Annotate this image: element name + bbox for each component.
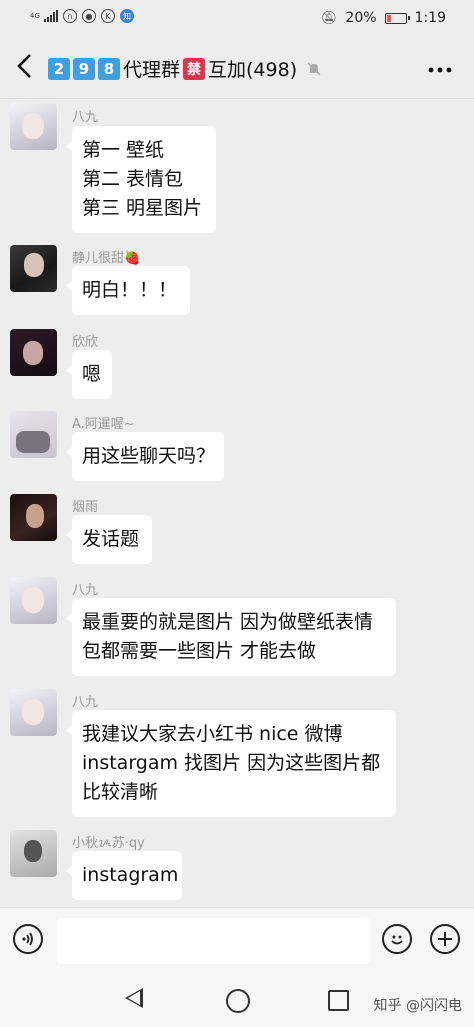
chevron-left-icon <box>17 54 31 78</box>
title-digit-box: 8 <box>98 57 120 80</box>
message-line: 用这些聊天吗？ <box>82 445 216 467</box>
eye-icon: ● <box>82 9 96 23</box>
avatar[interactable] <box>10 830 57 877</box>
message-line: 比较清晰 <box>82 781 159 803</box>
emoji-icon <box>391 935 403 945</box>
message-line: 嗯 <box>82 363 102 385</box>
emoji-button[interactable] <box>382 924 412 954</box>
sender-name: 烟雨 <box>72 500 99 515</box>
signal-icon <box>44 10 58 22</box>
mute-bell-icon <box>307 61 321 76</box>
chat-title[interactable]: 2 9 8 代理群 禁 互加(498) <box>48 55 322 82</box>
more-dots-icon <box>428 67 452 73</box>
message-line: 最重要的就是图片 因为做壁纸表情 <box>82 611 374 633</box>
avatar[interactable] <box>10 494 57 541</box>
sender-name: 静儿很甜🍓 <box>72 251 141 266</box>
plus-button[interactable] <box>430 924 460 954</box>
message-line: 第三 明星图片 <box>82 197 203 219</box>
watermark: 知乎 @闪闪电 <box>373 998 462 1014</box>
voice-button[interactable] <box>13 924 43 954</box>
status-bar: 4G ∩ ● K 知 🔕︎ 20% 1:19 <box>0 0 474 38</box>
voice-icon <box>22 932 33 946</box>
battery-percent: 20% <box>345 10 377 26</box>
bell-off-icon: 🔕︎ <box>320 10 338 26</box>
message-bubble[interactable]: 最重要的就是图片 因为做壁纸表情 包都需要一些图片 才能去做 <box>66 598 396 676</box>
back-button[interactable] <box>14 52 40 82</box>
nav-recent-icon[interactable] <box>328 990 349 1011</box>
message-line: 我建议大家去小红书 nice 微博 <box>82 723 343 745</box>
message-bubble[interactable]: 用这些聊天吗？ <box>66 432 224 481</box>
status-right-icons: 🔕︎ 20% 1:19 <box>321 10 446 26</box>
chat-header: 2 9 8 代理群 禁 互加(498) <box>0 38 474 99</box>
message-line: 第一 壁纸 <box>82 139 165 161</box>
input-bar <box>0 907 474 974</box>
sender-name: 小秋ᝰ苏·qy <box>72 836 145 851</box>
title-suffix: 互加(498) <box>208 59 298 81</box>
avatar[interactable] <box>10 329 57 376</box>
sender-name: A.阿暹喔~ <box>72 417 135 432</box>
status-left-icons: 4G ∩ ● K 知 <box>30 9 134 23</box>
message-line: instagram <box>82 864 179 886</box>
message-bubble[interactable]: 我建议大家去小红书 nice 微博 instargam 找图片 因为这些图片都 … <box>66 710 396 817</box>
nav-back-icon[interactable] <box>125 988 143 1008</box>
message-line: 明白！！！ <box>82 279 178 301</box>
ban-icon: 禁 <box>183 57 206 80</box>
message-line: 包都需要一些图片 才能去做 <box>82 640 317 662</box>
more-options-button[interactable] <box>428 58 452 76</box>
avatar[interactable] <box>10 245 57 292</box>
avatar[interactable] <box>10 411 57 458</box>
message-bubble[interactable]: 第一 壁纸 第二 表情包 第三 明星图片 <box>66 126 216 233</box>
title-digit-box: 9 <box>73 57 95 80</box>
title-text: 代理群 <box>123 59 181 81</box>
avatar[interactable] <box>10 103 57 150</box>
nav-home-icon[interactable] <box>226 989 250 1013</box>
message-line: 第二 表情包 <box>82 168 184 190</box>
message-bubble[interactable]: instagram <box>66 851 182 900</box>
battery-icon <box>384 12 410 24</box>
message-bubble[interactable]: 嗯 <box>66 350 112 399</box>
sender-name: 八九 <box>72 583 99 598</box>
avatar[interactable] <box>10 577 57 624</box>
zhihu-icon: 知 <box>120 9 134 23</box>
k-app-icon: K <box>101 9 115 23</box>
title-digit-box: 2 <box>48 57 70 80</box>
sender-name: 八九 <box>72 695 99 710</box>
sender-name: 八九 <box>72 110 99 125</box>
message-line: instargam 找图片 因为这些图片都 <box>82 752 381 774</box>
sender-name: 欣欣 <box>72 335 99 350</box>
headset-icon: ∩ <box>63 9 77 23</box>
message-input[interactable] <box>57 918 370 964</box>
message-bubble[interactable]: 发话题 <box>66 515 152 564</box>
message-bubble[interactable]: 明白！！！ <box>66 266 190 315</box>
system-nav-bar: 知乎 @闪闪电 <box>0 973 474 1027</box>
network-type: 4G <box>30 11 40 20</box>
plus-icon <box>438 932 452 946</box>
clock: 1:19 <box>414 10 446 26</box>
avatar[interactable] <box>10 689 57 736</box>
message-line: 发话题 <box>82 528 140 550</box>
